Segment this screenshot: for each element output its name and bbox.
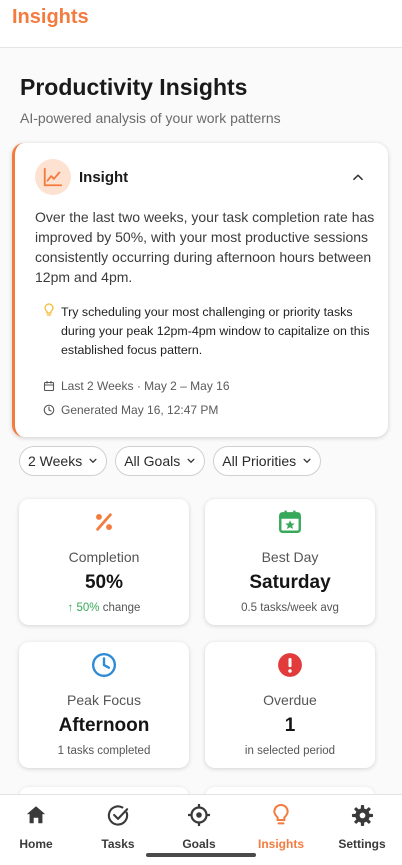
chevron-down-icon (303, 458, 311, 463)
stat-icon-wrap (91, 652, 117, 678)
stat-value: 1 (284, 715, 296, 736)
top-app-bar: Insights (0, 0, 402, 48)
app-title: Insights (12, 6, 89, 28)
collapse-insight-button[interactable] (348, 167, 368, 187)
chip-label: 2 Weeks (28, 453, 83, 469)
nav-insights[interactable]: Insights (246, 803, 316, 851)
stat-label: Completion (68, 549, 140, 565)
peak-focus-stat-card[interactable]: Peak Focus Afternoon 1 tasks completed (19, 642, 189, 768)
page-title: Productivity Insights (20, 74, 248, 100)
nav-label: Insights (257, 837, 304, 851)
overdue-stat-card[interactable]: Overdue 1 in selected period (205, 642, 375, 768)
completion-stat-card[interactable]: Completion 50% ↑ 50% change (19, 499, 189, 625)
calendar-star-icon (279, 510, 301, 533)
stat-sub: 1 tasks completed (57, 745, 151, 757)
chevron-up-icon (353, 174, 363, 181)
nav-label: Home (19, 837, 53, 851)
filter-chips: 2 Weeks All Goals All Priorities (19, 446, 322, 476)
stat-sub: 0.5 tasks/week avg (241, 602, 339, 614)
gear-icon (351, 804, 373, 826)
filter-range-chip[interactable]: 2 Weeks (19, 446, 108, 476)
generated-text: Generated May 16, 12:47 PM (61, 403, 219, 417)
clock-icon (91, 652, 117, 678)
stat-label: Peak Focus (67, 692, 141, 708)
stat-label: Best Day (261, 549, 319, 565)
percent-icon (96, 513, 112, 531)
nav-home[interactable]: Home (1, 803, 71, 851)
change-indicator: ↑ 50% (67, 602, 100, 614)
target-icon (188, 804, 210, 826)
insight-title: Insight (79, 169, 129, 186)
insight-generated: Generated May 16, 12:47 PM (43, 402, 218, 418)
chip-label: All Goals (124, 453, 181, 469)
chevron-down-icon (89, 458, 97, 463)
change-suffix: change (99, 602, 141, 614)
home-indicator[interactable] (146, 853, 256, 857)
lightbulb-icon (44, 303, 54, 316)
nav-label: Settings (338, 837, 386, 851)
nav-tasks[interactable]: Tasks (83, 803, 153, 851)
stat-value: 50% (84, 572, 124, 593)
nav-label: Tasks (101, 837, 135, 851)
stat-sub: ↑ 50% change (19, 602, 189, 614)
stat-icon-wrap (277, 509, 303, 535)
alert-icon (278, 653, 302, 677)
stat-value: Afternoon (58, 715, 150, 736)
stat-value: Saturday (249, 572, 331, 593)
best-day-stat-card[interactable]: Best Day Saturday 0.5 tasks/week avg (205, 499, 375, 625)
clock-small-icon (43, 404, 55, 416)
insight-card: Insight Over the last two weeks, your ta… (12, 143, 388, 437)
period-text: Last 2 Weeks · May 2 – May 16 (61, 379, 230, 393)
nav-label: Goals (182, 837, 216, 851)
page-subtitle: AI-powered analysis of your work pattern… (20, 110, 281, 126)
stat-icon-wrap (91, 509, 117, 535)
insight-period: Last 2 Weeks · May 2 – May 16 (43, 378, 230, 394)
trending-chart-icon (43, 167, 63, 187)
stat-label: Overdue (263, 692, 317, 708)
home-icon (26, 806, 46, 824)
tip-text: Try scheduling your most challenging or … (61, 305, 370, 357)
lightbulb-icon (273, 803, 289, 825)
calendar-icon (43, 381, 55, 392)
filter-priorities-chip[interactable]: All Priorities (213, 446, 322, 476)
check-circle-icon (107, 804, 128, 826)
chevron-down-icon (187, 458, 195, 463)
insight-icon-badge (35, 159, 71, 195)
chip-label: All Priorities (222, 453, 297, 469)
nav-settings[interactable]: Settings (327, 803, 397, 851)
filter-goals-chip[interactable]: All Goals (115, 446, 206, 476)
stat-icon-wrap (277, 652, 303, 678)
stat-sub: in selected period (244, 745, 336, 757)
nav-goals[interactable]: Goals (164, 803, 234, 851)
insight-body: Over the last two weeks, your task compl… (35, 209, 375, 285)
